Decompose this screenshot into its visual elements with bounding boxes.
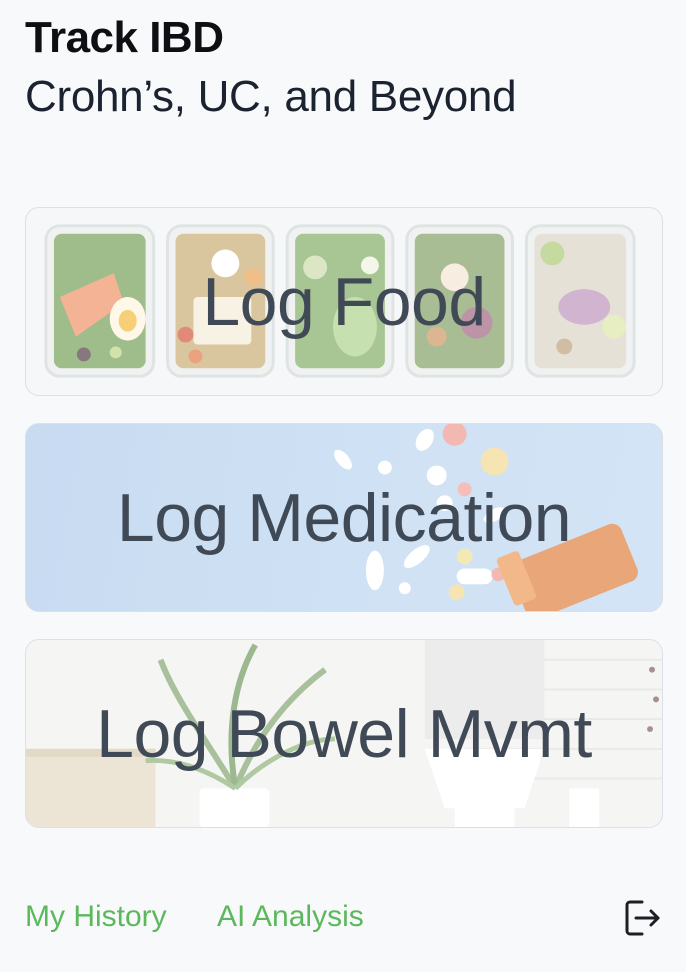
my-history-link[interactable]: My History bbox=[25, 900, 167, 934]
header: Track IBD Crohn’s, UC, and Beyond bbox=[25, 12, 517, 124]
log-food-label: Log Food bbox=[202, 263, 486, 340]
app-title: Track IBD bbox=[25, 13, 224, 62]
ai-analysis-link[interactable]: AI Analysis bbox=[217, 900, 364, 934]
footer-nav: My History AI Analysis bbox=[25, 892, 664, 944]
log-bowel-movement-label: Log Bowel Mvmt bbox=[96, 695, 592, 772]
log-medication-button[interactable]: Log Medication bbox=[25, 423, 663, 612]
logout-button[interactable] bbox=[620, 896, 664, 940]
app-subtitle: Crohn’s, UC, and Beyond bbox=[25, 72, 517, 121]
log-bowel-movement-button[interactable]: Log Bowel Mvmt bbox=[25, 639, 663, 828]
app-screen: Track IBD Crohn’s, UC, and Beyond Log Fo… bbox=[0, 0, 686, 972]
logout-icon bbox=[625, 900, 660, 936]
log-medication-label: Log Medication bbox=[116, 479, 572, 556]
log-food-button[interactable]: Log Food bbox=[25, 207, 663, 396]
